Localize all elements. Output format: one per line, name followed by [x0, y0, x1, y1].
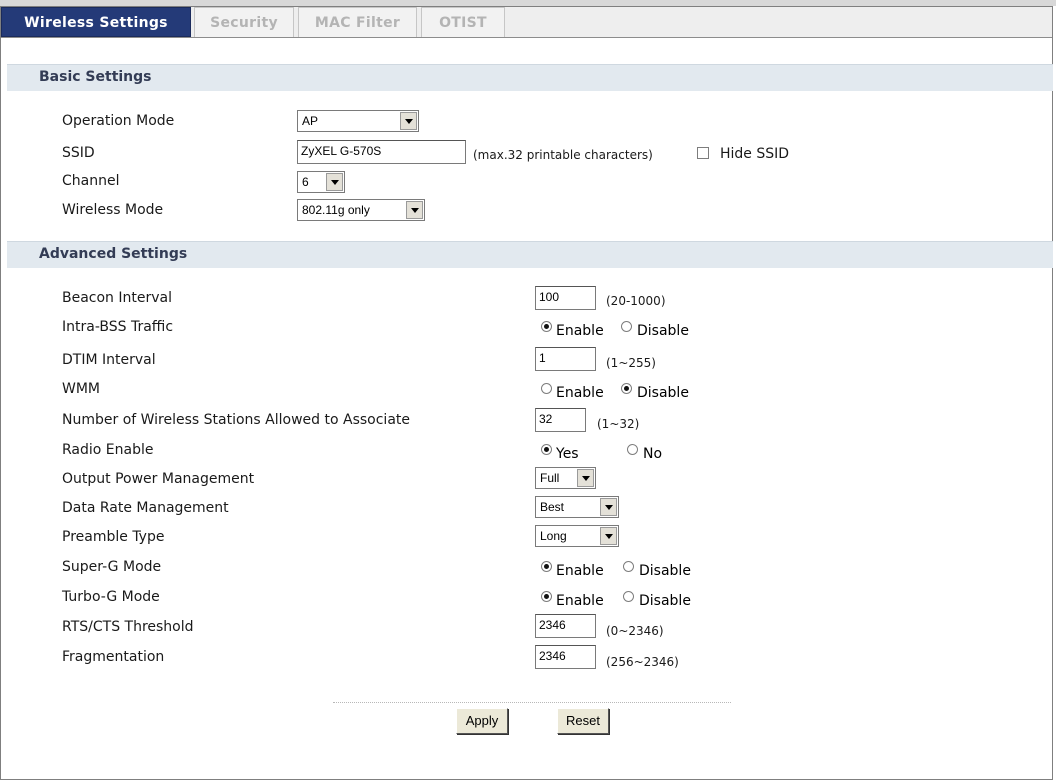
intra-bss-disable-label: Disable [637, 323, 689, 339]
fragmentation-input[interactable]: 2346 [535, 645, 596, 669]
wireless-mode-value: 802.11g only [302, 203, 370, 217]
channel-value: 6 [302, 175, 309, 189]
data-rate-select[interactable]: Best [535, 496, 619, 518]
rts-cts-hint: (0~2346) [606, 624, 664, 638]
wmm-enable-radio[interactable] [541, 383, 552, 394]
intra-bss-enable-radio[interactable] [541, 321, 552, 332]
hide-ssid-checkbox[interactable] [697, 147, 709, 159]
ssid-label: SSID [62, 145, 95, 161]
chevron-down-icon [326, 173, 343, 191]
turbo-g-enable-label: Enable [556, 593, 604, 609]
chevron-down-icon [600, 498, 617, 516]
advanced-settings-title: Advanced Settings [39, 246, 188, 262]
ssid-input[interactable]: ZyXEL G-570S [297, 140, 466, 164]
wmm-disable-radio[interactable] [621, 383, 632, 394]
rts-cts-input[interactable]: 2346 [535, 614, 596, 638]
operation-mode-select[interactable]: AP [297, 110, 419, 132]
wmm-disable-label: Disable [637, 385, 689, 401]
tab-mac-filter[interactable]: MAC Filter [298, 7, 417, 37]
beacon-interval-hint: (20-1000) [606, 294, 666, 308]
wireless-mode-label: Wireless Mode [62, 202, 164, 218]
radio-enable-yes-label: Yes [556, 446, 579, 462]
tab-otist[interactable]: OTIST [421, 7, 505, 37]
turbo-g-disable-label: Disable [639, 593, 691, 609]
channel-select[interactable]: 6 [297, 171, 345, 193]
chevron-down-icon [400, 112, 417, 130]
channel-label: Channel [62, 173, 120, 189]
data-rate-value: Best [540, 500, 565, 514]
dtim-interval-input[interactable]: 1 [535, 347, 596, 371]
turbo-g-label: Turbo-G Mode [62, 589, 160, 605]
output-power-value: Full [540, 471, 560, 485]
radio-enable-yes-radio[interactable] [541, 444, 552, 455]
rts-cts-label: RTS/CTS Threshold [62, 619, 194, 635]
tab-wireless-settings[interactable]: Wireless Settings [1, 7, 191, 37]
super-g-disable-label: Disable [639, 563, 691, 579]
tab-bar: Wireless Settings Security MAC Filter OT… [1, 7, 1052, 38]
fragmentation-hint: (256~2346) [606, 655, 679, 669]
divider [333, 702, 731, 703]
dtim-interval-hint: (1~255) [606, 356, 656, 370]
radio-enable-label: Radio Enable [62, 442, 154, 458]
ssid-hint: (max.32 printable characters) [473, 148, 653, 162]
data-rate-label: Data Rate Management [62, 500, 229, 516]
preamble-type-label: Preamble Type [62, 529, 165, 545]
turbo-g-enable-radio[interactable] [541, 591, 552, 602]
chevron-down-icon [577, 469, 594, 487]
preamble-type-value: Long [540, 529, 567, 543]
operation-mode-value: AP [302, 114, 319, 128]
super-g-disable-radio[interactable] [623, 561, 634, 572]
stations-input[interactable]: 32 [535, 408, 586, 432]
stations-label: Number of Wireless Stations Allowed to A… [62, 412, 411, 428]
tab-security[interactable]: Security [194, 7, 294, 37]
radio-enable-no-radio[interactable] [627, 444, 638, 455]
basic-settings-title: Basic Settings [39, 69, 152, 85]
super-g-label: Super-G Mode [62, 559, 162, 575]
turbo-g-disable-radio[interactable] [623, 591, 634, 602]
apply-button[interactable]: Apply [456, 708, 508, 734]
advanced-settings-header: Advanced Settings [7, 241, 1053, 268]
chevron-down-icon [600, 527, 617, 545]
stations-hint: (1~32) [597, 417, 640, 431]
intra-bss-label: Intra-BSS Traffic [62, 319, 174, 335]
beacon-interval-label: Beacon Interval [62, 290, 172, 306]
fragmentation-label: Fragmentation [62, 649, 165, 665]
operation-mode-label: Operation Mode [62, 113, 175, 129]
hide-ssid-label: Hide SSID [720, 146, 790, 162]
wmm-label: WMM [62, 381, 101, 397]
beacon-interval-input[interactable]: 100 [535, 286, 596, 310]
dtim-interval-label: DTIM Interval [62, 352, 156, 368]
preamble-type-select[interactable]: Long [535, 525, 619, 547]
wireless-mode-select[interactable]: 802.11g only [297, 199, 425, 221]
radio-enable-no-label: No [643, 446, 663, 462]
basic-settings-header: Basic Settings [7, 64, 1053, 91]
intra-bss-disable-radio[interactable] [621, 321, 632, 332]
output-power-select[interactable]: Full [535, 467, 596, 489]
super-g-enable-radio[interactable] [541, 561, 552, 572]
wmm-enable-label: Enable [556, 385, 604, 401]
intra-bss-enable-label: Enable [556, 323, 604, 339]
reset-button[interactable]: Reset [557, 708, 609, 734]
output-power-label: Output Power Management [62, 471, 255, 487]
super-g-enable-label: Enable [556, 563, 604, 579]
chevron-down-icon [406, 201, 423, 219]
